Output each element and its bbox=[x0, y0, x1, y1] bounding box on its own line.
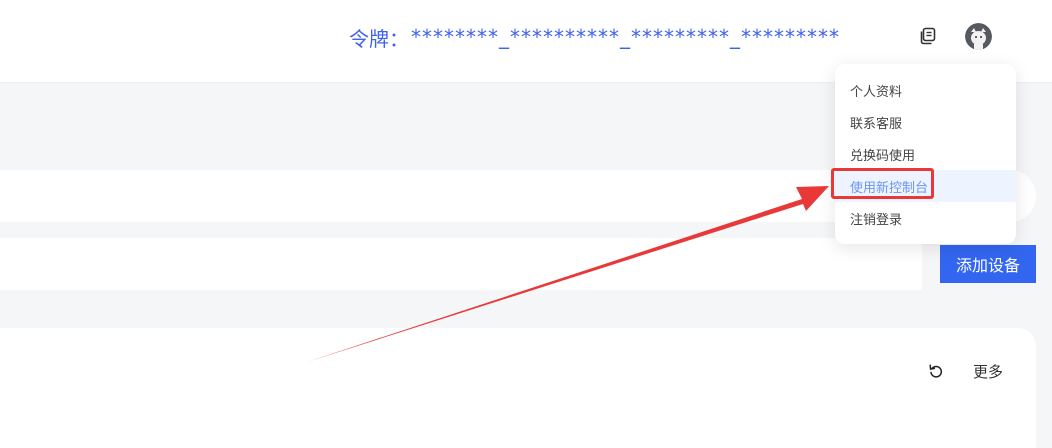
annotation-arrow bbox=[307, 186, 829, 362]
